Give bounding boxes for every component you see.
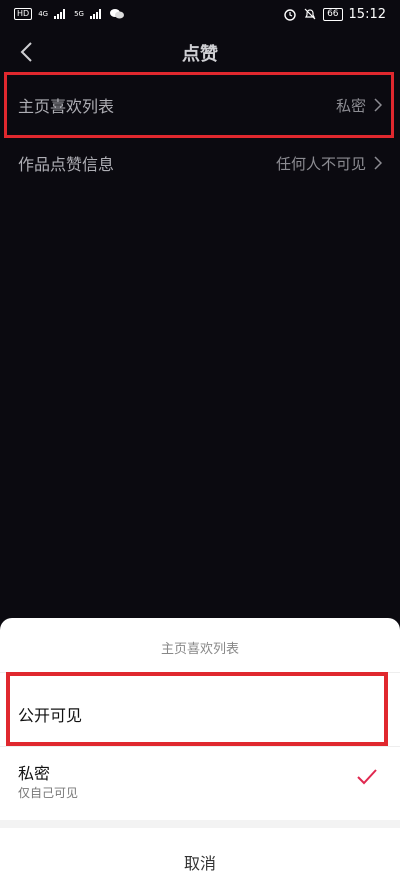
status-right: 66 15:12 — [283, 7, 386, 22]
checkmark-icon — [357, 769, 377, 785]
clock: 15:12 — [348, 6, 386, 22]
mute-bell-icon — [304, 8, 316, 20]
signal-icon-2 — [89, 9, 101, 19]
network-4g: 4G — [38, 10, 49, 18]
highlight-box — [4, 72, 394, 138]
hd-badge: HD — [14, 8, 33, 20]
status-left: HD 4G 5G — [14, 8, 124, 20]
bottom-sheet: 主页喜欢列表 公开可见 私密 仅自己可见 取消 — [0, 618, 400, 888]
chevron-right-icon — [374, 156, 382, 170]
option-private[interactable]: 私密 — [18, 760, 50, 784]
setting-label: 作品点赞信息 — [18, 155, 115, 174]
wechat-icon — [109, 9, 124, 19]
nav-bar: 点赞 — [0, 28, 400, 76]
page-title: 点赞 — [182, 44, 218, 65]
option-private-subtitle: 仅自己可见 — [18, 786, 79, 800]
status-bar: HD 4G 5G 66 15:12 — [0, 0, 400, 28]
battery-indicator: 66 — [323, 7, 343, 21]
divider — [0, 746, 400, 747]
signal-icon — [54, 9, 66, 19]
sheet-title: 主页喜欢列表 — [160, 642, 239, 657]
separator-bar — [0, 820, 400, 828]
highlight-box — [6, 672, 388, 746]
setting-value-wrap: 任何人不可见 — [276, 153, 382, 174]
alarm-icon — [284, 9, 296, 21]
setting-video-likes[interactable]: 作品点赞信息 任何人不可见 — [0, 137, 400, 189]
setting-value: 任何人不可见 — [275, 154, 366, 173]
network-5g: 5G — [74, 10, 84, 18]
cancel-button[interactable]: 取消 — [0, 850, 400, 874]
